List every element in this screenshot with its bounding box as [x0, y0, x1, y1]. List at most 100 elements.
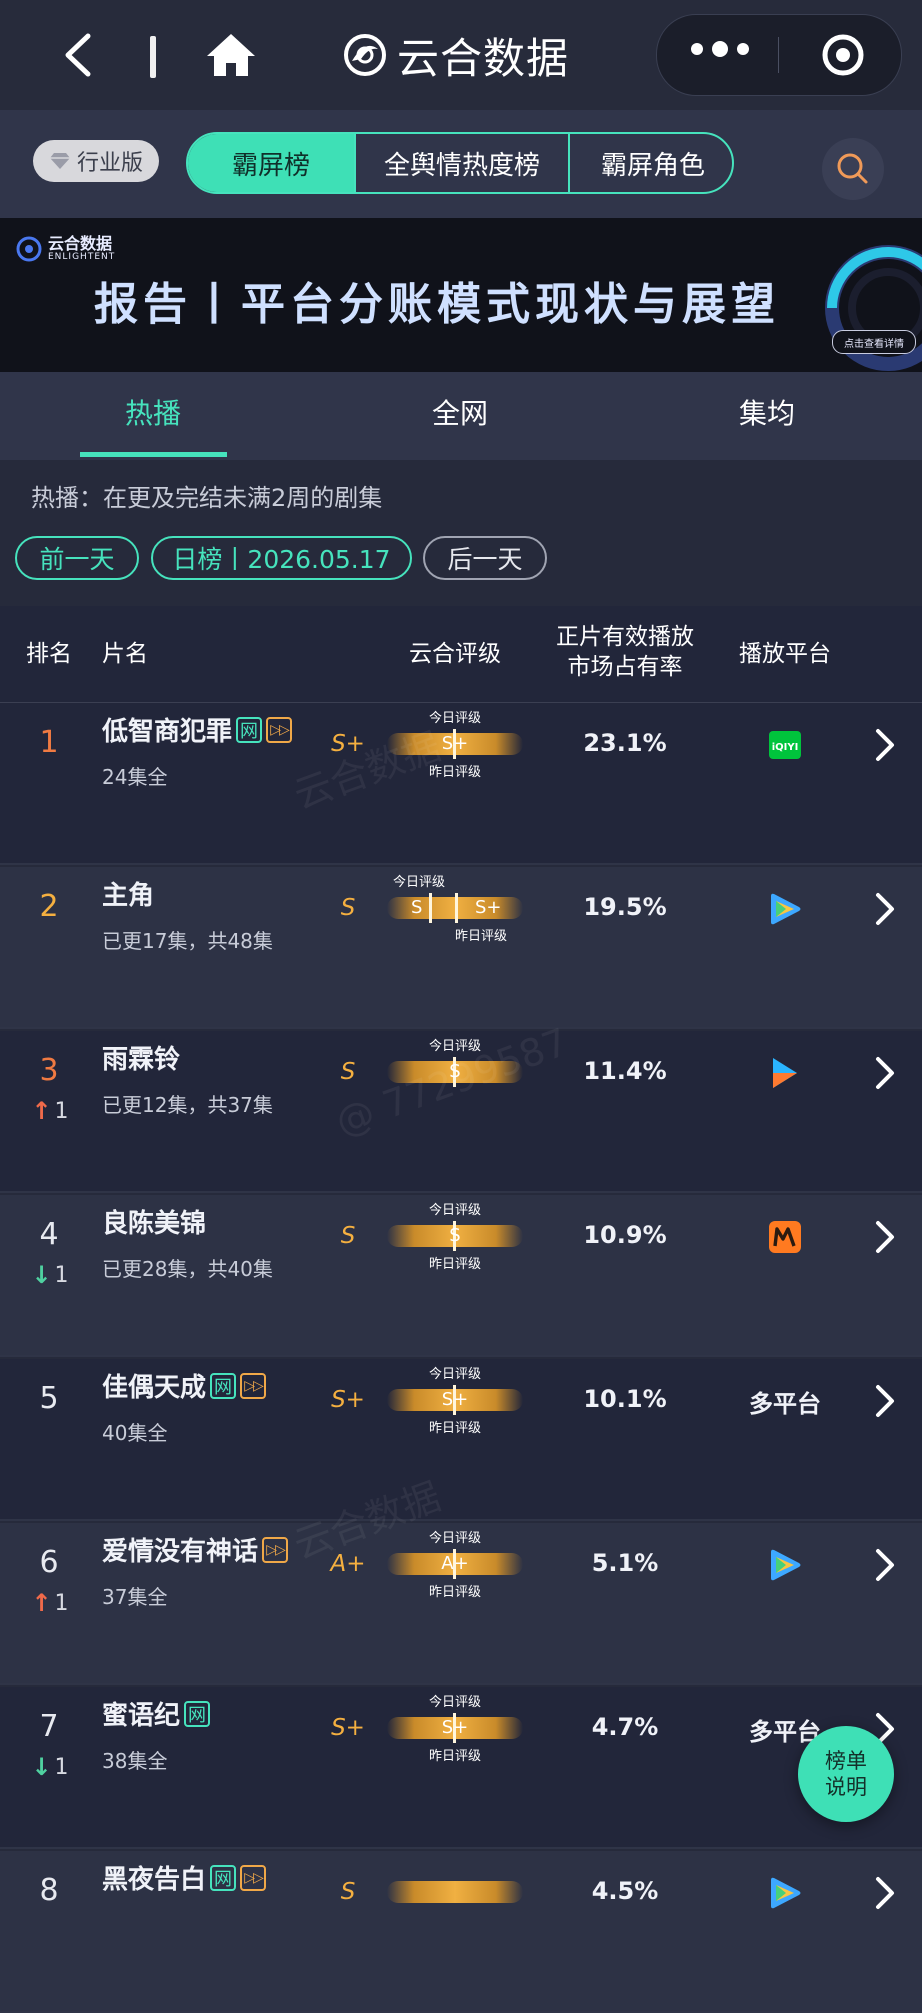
rating-gauge: 今日评级 S: [387, 1031, 523, 1111]
episode-status: 37集全: [102, 1585, 168, 1609]
trend-up-icon: ↑: [31, 1097, 52, 1125]
ranking-help-button[interactable]: 榜单 说明: [798, 1726, 894, 1822]
rank-change: ↑ 1: [30, 1097, 70, 1125]
platform-cell: 多平台: [745, 1377, 825, 1425]
yesterday-marker: [455, 893, 458, 923]
ranking-row[interactable]: 7 ↓ 1 蜜语纪网 38集全 S+ 今日评级 S+ 昨日评级 4.7% 多平台: [0, 1687, 922, 1849]
app-title: 云合数据: [343, 26, 569, 84]
rating-gauge: 今日评级 S+ 昨日评级: [387, 1359, 523, 1439]
rank-change: ↓ 1: [30, 1261, 70, 1289]
ranking-row[interactable]: 6 ↑ 1 爱情没有神话 ▷▷ 37集全 A+ 今日评级 A+ 昨日评级 5.1%: [0, 1523, 922, 1685]
tab-screen-dominance[interactable]: 霸屏榜: [188, 134, 356, 192]
play-ahead-tag-icon: ▷▷: [262, 1536, 289, 1563]
chevron-right-icon[interactable]: [872, 1053, 898, 1093]
trend-up-icon: ↑: [31, 1589, 52, 1617]
rank-change: ↓ 1: [30, 1753, 70, 1781]
banner-view-details-button[interactable]: 点击查看详情: [832, 330, 916, 354]
subtab-hot[interactable]: 热播: [73, 372, 233, 460]
banner-logo-cn: 云合数据: [48, 234, 113, 253]
tab-public-opinion[interactable]: 全舆情热度榜: [356, 134, 570, 192]
chevron-right-icon[interactable]: [872, 725, 898, 765]
rank-number: 4: [39, 1217, 59, 1252]
more-icon[interactable]: [691, 41, 749, 57]
chevron-right-icon[interactable]: [872, 1381, 898, 1421]
home-icon[interactable]: [205, 30, 257, 80]
svg-text:iQIYI: iQIYI: [772, 742, 799, 753]
industry-edition-button[interactable]: 行业版: [33, 140, 159, 182]
grade-badge: S: [340, 1879, 356, 1905]
help-line2: 说明: [825, 1775, 867, 1799]
nav-separator: [150, 36, 156, 78]
grade-badge: S: [340, 895, 356, 921]
close-miniprogram-icon[interactable]: [821, 33, 865, 77]
chevron-right-icon[interactable]: [872, 1545, 898, 1585]
rating-gauge: 今日评级 A+ 昨日评级: [387, 1523, 523, 1603]
search-button[interactable]: [822, 138, 884, 200]
rank-number: 6: [39, 1545, 59, 1580]
multi-platform-label: 多平台: [749, 1389, 821, 1418]
banner-title: 报告丨平台分账模式现状与展望: [94, 279, 780, 330]
grade-badge: A+: [330, 1551, 366, 1577]
ranking-row[interactable]: 3 ↑ 1 雨霖铃 已更12集，共37集 S 今日评级 S 11.4%: [0, 1031, 922, 1193]
tab-screen-roles[interactable]: 霸屏角色: [570, 134, 732, 192]
play-ahead-tag-icon: ▷▷: [240, 1372, 267, 1399]
grade-badge: S: [340, 1059, 356, 1085]
drama-title-line: 主角: [102, 875, 154, 912]
prev-day-button[interactable]: 前一天: [15, 536, 139, 580]
rank-number: 1: [39, 725, 59, 760]
drama-title: 主角: [102, 881, 155, 911]
rating-gauge: 今日评级 S S+ 昨日评级: [387, 867, 523, 947]
iqiyi-icon: iQIYI: [745, 721, 825, 769]
yesterday-rating-label: 昨日评级: [428, 765, 481, 780]
header-share-line2: 市场占有率: [567, 654, 683, 680]
today-rating-label: 今日评级: [428, 711, 481, 726]
today-rating-value: S+: [441, 1389, 469, 1410]
drama-title-line: 低智商犯罪网 ▷▷: [102, 711, 293, 748]
ranking-row[interactable]: 8 黑夜告白网 ▷▷ S 4.5%: [0, 1851, 922, 2013]
yesterday-rating-label: 昨日评级: [454, 929, 507, 944]
next-day-button[interactable]: 后一天: [423, 536, 547, 580]
back-arrow-icon[interactable]: [58, 30, 98, 80]
report-banner[interactable]: 云合数据 ENLIGHTENT 报告丨平台分账模式现状与展望 点击查看详情: [0, 218, 922, 372]
ranking-row[interactable]: 5 佳偶天成网 ▷▷ 40集全 S+ 今日评级 S+ 昨日评级 10.1% 多平台: [0, 1359, 922, 1521]
subtabs: 热播 全网 集均: [0, 372, 922, 460]
subtab-per-episode[interactable]: 集均: [687, 372, 847, 460]
banner-logo-en: ENLIGHTENT: [48, 252, 116, 262]
today-rating-value: S+: [441, 1717, 469, 1738]
help-line1: 榜单: [825, 1749, 867, 1773]
drama-title: 良陈美锦: [102, 1209, 207, 1239]
episode-status: 38集全: [102, 1749, 168, 1773]
tencent-icon: [745, 1869, 825, 1917]
chevron-right-icon[interactable]: [872, 889, 898, 929]
rank-number: 2: [39, 889, 59, 924]
drama-title: 爱情没有神话: [102, 1537, 259, 1567]
ranking-row[interactable]: 4 ↓ 1 良陈美锦 已更28集，共40集 S 今日评级 S 昨日评级 10.9%: [0, 1195, 922, 1357]
play-ahead-tag-icon: ▷▷: [266, 716, 293, 743]
drama-title-line: 爱情没有神话 ▷▷: [102, 1531, 289, 1568]
ranking-type-tabs: 霸屏榜 全舆情热度榜 霸屏角色: [186, 132, 734, 194]
date-selector[interactable]: 日榜丨2026.05.17: [151, 536, 412, 580]
youku-icon: [745, 1049, 825, 1097]
today-rating-value: S: [449, 1225, 461, 1246]
search-icon: [837, 153, 868, 184]
market-share: 5.1%: [591, 1549, 659, 1577]
industry-edition-label: 行业版: [76, 151, 143, 176]
ranking-row[interactable]: 1 低智商犯罪网 ▷▷ 24集全 S+ 今日评级 S+ 昨日评级 23.1% iQIYI: [0, 703, 922, 865]
market-share: 19.5%: [583, 893, 667, 921]
subtab-all-network[interactable]: 全网: [380, 372, 540, 460]
chevron-right-icon[interactable]: [872, 1217, 898, 1257]
diamond-icon: [49, 153, 70, 169]
network-drama-tag: 网: [210, 1372, 237, 1399]
market-share: 10.1%: [583, 1385, 667, 1413]
top-nav: 云合数据: [0, 0, 922, 110]
episode-status: 40集全: [102, 1421, 168, 1445]
tencent-icon: [745, 1541, 825, 1589]
grade-badge: S+: [331, 1715, 365, 1741]
today-marker: [429, 893, 432, 923]
today-rating-value: S: [449, 1061, 461, 1082]
rank-change-value: 1: [54, 1754, 69, 1780]
rank-change-value: 1: [54, 1098, 69, 1124]
ranking-row[interactable]: 2 主角 已更17集，共48集 S 今日评级 S S+ 昨日评级 19.5%: [0, 867, 922, 1029]
chevron-right-icon[interactable]: [872, 1873, 898, 1913]
yunhe-logo-icon: [16, 236, 42, 262]
